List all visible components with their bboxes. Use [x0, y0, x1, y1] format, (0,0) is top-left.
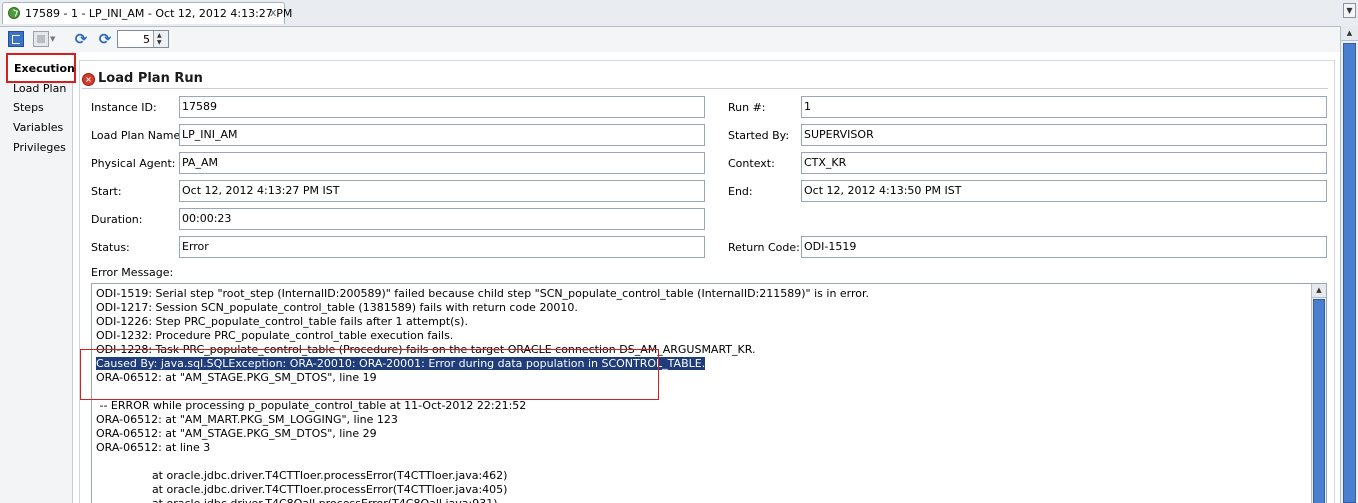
- instance-id-field[interactable]: 17589: [179, 96, 705, 118]
- toolbar: [0, 27, 1340, 52]
- spinner-arrows[interactable]: ▲ ▼: [153, 31, 168, 47]
- auto-refresh-interval-icon[interactable]: ⟳: [97, 31, 113, 47]
- load-plan-name-label: Load Plan Name:: [91, 129, 184, 142]
- return-code-field[interactable]: ODI-1519: [801, 236, 1327, 258]
- spinner-up-icon[interactable]: ▲: [157, 32, 162, 39]
- scroll-up-icon[interactable]: ▲: [1341, 26, 1358, 41]
- error-message-line-text: ODI-1217: Session SCN_populate_control_t…: [96, 301, 578, 314]
- duration-field[interactable]: 00:00:23: [179, 208, 705, 230]
- error-message-line: ODI-1226: Step PRC_populate_control_tabl…: [96, 315, 1306, 329]
- error-icon: ×: [82, 73, 95, 86]
- error-message-lines: ODI-1519: Serial step "root_step (Intern…: [96, 287, 1306, 503]
- scrollbar-thumb[interactable]: [1313, 299, 1325, 503]
- context-field[interactable]: CTX_KR: [801, 152, 1327, 174]
- error-message-line-text: ODI-1226: Step PRC_populate_control_tabl…: [96, 315, 468, 328]
- execution-editor-tab[interactable]: 17589 - 1 - LP_INI_AM - Oct 12, 2012 4:1…: [2, 2, 292, 24]
- error-message-line-text: ORA-06512: at line 3: [96, 441, 211, 454]
- error-message-line-text: at oracle.jdbc.driver.T4CTTIoer.processE…: [96, 483, 508, 496]
- error-message-line: ORA-06512: at line 3: [96, 441, 1306, 455]
- error-message-line: ORA-06512: at "AM_STAGE.PKG_SM_DTOS", li…: [96, 371, 1306, 385]
- section-divider: [82, 88, 1328, 89]
- error-message-line: -- ERROR while processing p_populate_con…: [96, 399, 1306, 413]
- section-title: Load Plan Run: [98, 71, 203, 86]
- physical-agent-field[interactable]: PA_AM: [179, 152, 705, 174]
- error-message-line: [96, 455, 1306, 469]
- error-message-scrollbar[interactable]: ▲: [1311, 284, 1326, 503]
- nav-item-steps[interactable]: Steps: [13, 101, 44, 114]
- error-message-line: Caused By: java.sql.SQLException: ORA-20…: [96, 357, 1306, 371]
- scrollbar-thumb[interactable]: [1343, 43, 1356, 503]
- nav-item-variables[interactable]: Variables: [13, 121, 63, 134]
- error-message-line-text: at oracle.jdbc.driver.T4CTTIoer.processE…: [96, 469, 508, 482]
- error-message-line: at oracle.jdbc.driver.T4CTTIoer.processE…: [96, 483, 1306, 497]
- error-message-line-text: ODI-1519: Serial step "root_step (Intern…: [96, 287, 870, 300]
- start-field[interactable]: Oct 12, 2012 4:13:27 PM IST: [179, 180, 705, 202]
- error-message-line: ORA-06512: at "AM_STAGE.PKG_SM_DTOS", li…: [96, 427, 1306, 441]
- return-code-label: Return Code:: [728, 241, 800, 254]
- error-message-line-text: -- ERROR while processing p_populate_con…: [96, 399, 527, 412]
- run-number-label: Run #:: [728, 101, 766, 114]
- error-message-line-text: ORA-06512: at "AM_MART.PKG_SM_LOGGING", …: [96, 413, 398, 426]
- error-message-line-text: at oracle.jdbc.driver.T4C8Oall.processEr…: [96, 497, 498, 503]
- duration-label: Duration:: [91, 213, 143, 226]
- context-label: Context:: [728, 157, 775, 170]
- error-message-line: at oracle.jdbc.driver.T4C8Oall.processEr…: [96, 497, 1306, 503]
- chevron-down-icon[interactable]: ▼: [50, 35, 55, 43]
- error-message-line: ODI-1228: Task PRC_populate_control_tabl…: [96, 343, 1306, 357]
- execution-status-icon: [8, 7, 20, 19]
- refresh-interval-value[interactable]: 5: [143, 33, 150, 46]
- error-message-line: [96, 385, 1306, 399]
- end-label: End:: [728, 185, 753, 198]
- instance-id-label: Instance ID:: [91, 101, 157, 114]
- started-by-field[interactable]: SUPERVISOR: [801, 124, 1327, 146]
- error-message-line-text: ORA-06512: at "AM_STAGE.PKG_SM_DTOS", li…: [96, 371, 377, 384]
- nav-item-execution[interactable]: Execution: [6, 53, 76, 83]
- error-message-line-text: Caused By: java.sql.SQLException: ORA-20…: [96, 357, 706, 370]
- error-message-line: ODI-1519: Serial step "root_step (Intern…: [96, 287, 1306, 301]
- started-by-label: Started By:: [728, 129, 790, 142]
- editor-scrollbar[interactable]: ▲: [1340, 26, 1358, 503]
- close-icon[interactable]: x: [270, 6, 277, 19]
- physical-agent-label: Physical Agent:: [91, 157, 176, 170]
- stop-icon[interactable]: [33, 31, 49, 47]
- error-message-line: ODI-1217: Session SCN_populate_control_t…: [96, 301, 1306, 315]
- error-message-line-text: ODI-1232: Procedure PRC_populate_control…: [96, 329, 454, 342]
- error-message-textarea[interactable]: ODI-1519: Serial step "root_step (Intern…: [91, 283, 1327, 503]
- start-label: Start:: [91, 185, 122, 198]
- error-message-label: Error Message:: [91, 266, 174, 279]
- error-message-line: at oracle.jdbc.driver.T4CTTIoer.processE…: [96, 469, 1306, 483]
- refresh-icon[interactable]: [8, 31, 24, 47]
- scroll-up-icon[interactable]: ▲: [1312, 284, 1326, 298]
- error-message-line: ORA-06512: at "AM_MART.PKG_SM_LOGGING", …: [96, 413, 1306, 427]
- end-field[interactable]: Oct 12, 2012 4:13:50 PM IST: [801, 180, 1327, 202]
- error-message-line-text: ODI-1228: Task PRC_populate_control_tabl…: [96, 343, 756, 356]
- tab-title: 17589 - 1 - LP_INI_AM - Oct 12, 2012 4:1…: [25, 7, 293, 20]
- load-plan-name-field[interactable]: LP_INI_AM: [179, 124, 705, 146]
- nav-item-load-plan[interactable]: Load Plan: [13, 82, 66, 95]
- editor-left-navigation: [0, 52, 73, 503]
- error-message-line-text: ORA-06512: at "AM_STAGE.PKG_SM_DTOS", li…: [96, 427, 377, 440]
- status-field[interactable]: Error: [179, 236, 705, 258]
- run-number-field[interactable]: 1: [801, 96, 1327, 118]
- spinner-down-icon[interactable]: ▼: [157, 39, 162, 46]
- status-label: Status:: [91, 241, 130, 254]
- nav-item-privileges[interactable]: Privileges: [13, 141, 66, 154]
- auto-refresh-icon[interactable]: ⟳: [73, 31, 89, 47]
- tab-list-dropdown-button[interactable]: ▼: [1343, 3, 1356, 18]
- refresh-interval-spinner[interactable]: 5 ▲ ▼: [117, 30, 169, 48]
- nav-item-label: Execution: [14, 62, 75, 75]
- error-message-line: ODI-1232: Procedure PRC_populate_control…: [96, 329, 1306, 343]
